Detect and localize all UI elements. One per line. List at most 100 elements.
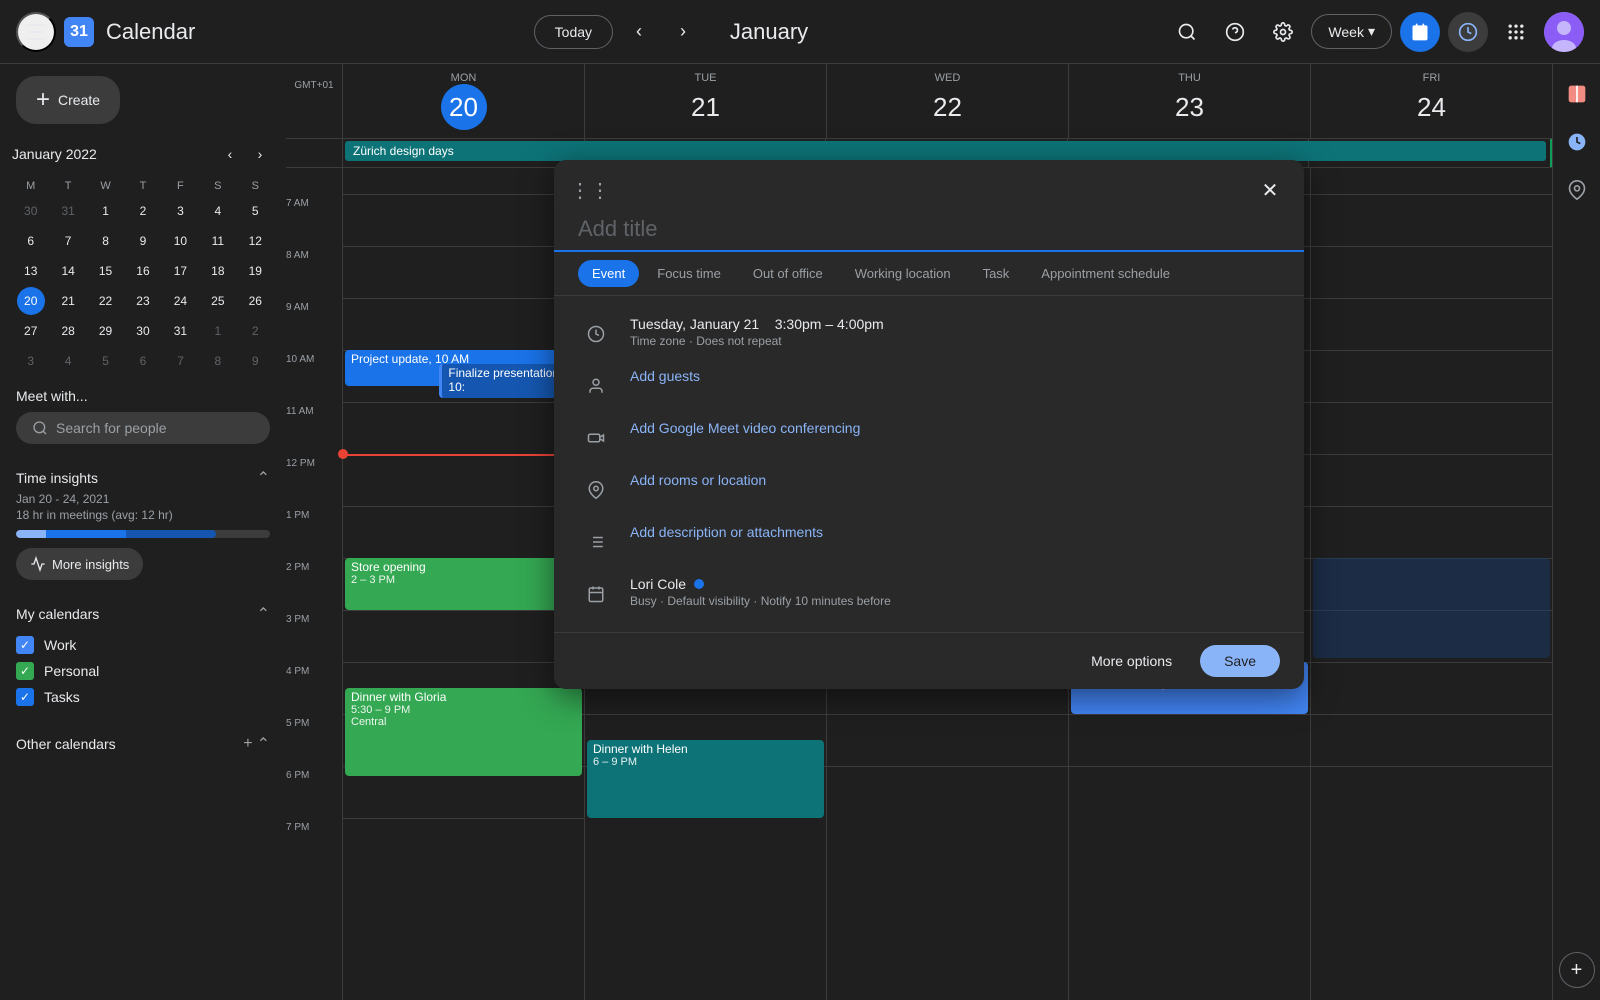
calendar-item-work[interactable]: ✓ Work [16,632,270,658]
event-dinner-gloria[interactable]: Dinner with Gloria 5:30 – 9 PM Central [345,688,582,776]
right-notifications-icon[interactable] [1559,76,1595,112]
tasks-checkbox[interactable]: ✓ [16,688,34,706]
event-time-range[interactable]: 3:30pm – 4:00pm [775,316,884,332]
view-selector[interactable]: Week ▾ [1311,14,1392,49]
tab-task[interactable]: Task [969,260,1024,287]
more-options-button[interactable]: More options [1075,645,1188,677]
mini-day[interactable]: 18 [204,257,232,285]
settings-button[interactable] [1263,12,1303,52]
allday-event-zurich[interactable]: Zürich design days [345,141,1546,161]
mini-day[interactable]: 30 [129,317,157,345]
mini-day[interactable]: 16 [129,257,157,285]
mini-day[interactable]: 17 [166,257,194,285]
mini-day[interactable]: 11 [204,227,232,255]
add-description-link[interactable]: Add description or attachments [630,524,823,540]
mini-day[interactable]: 5 [241,197,269,225]
right-add-button[interactable]: + [1559,952,1595,988]
calendar-item-tasks[interactable]: ✓ Tasks [16,684,270,710]
mini-day[interactable]: 28 [54,317,82,345]
drag-handle-icon[interactable]: ⋮⋮ [570,178,610,203]
right-calendar-icon[interactable] [1559,124,1595,160]
mini-day[interactable]: 27 [17,317,45,345]
tab-focus-time[interactable]: Focus time [643,260,735,287]
mini-day[interactable]: 25 [204,287,232,315]
next-arrow[interactable]: › [665,14,701,50]
add-meet-link[interactable]: Add Google Meet video conferencing [630,420,860,436]
dialog-close-button[interactable]: ✕ [1252,172,1288,208]
event-fri-unknown[interactable] [1313,558,1550,658]
day-num-23[interactable]: 23 [1167,84,1213,130]
mini-day[interactable]: 3 [17,347,45,375]
calendar-item-personal[interactable]: ✓ Personal [16,658,270,684]
user-avatar[interactable] [1544,12,1584,52]
add-guests-link[interactable]: Add guests [630,368,700,384]
tab-out-of-office[interactable]: Out of office [739,260,837,287]
day-num-21[interactable]: 21 [683,84,729,130]
tab-event[interactable]: Event [578,260,639,287]
mini-day[interactable]: 24 [166,287,194,315]
prev-arrow[interactable]: ‹ [621,14,657,50]
tasks-toggle[interactable] [1448,12,1488,52]
mini-day[interactable]: 19 [241,257,269,285]
mini-day[interactable]: 10 [166,227,194,255]
event-dinner-helen[interactable]: Dinner with Helen 6 – 9 PM [587,740,824,818]
add-other-calendar[interactable]: + [243,734,252,754]
mini-day[interactable]: 9 [129,227,157,255]
search-people-field[interactable]: Search for people [16,412,270,444]
mini-next[interactable]: › [246,140,274,168]
mini-day[interactable]: 31 [54,197,82,225]
mini-day[interactable]: 2 [241,317,269,345]
event-date[interactable]: Tuesday, January 21 [630,316,759,332]
day-num-22[interactable]: 22 [925,84,971,130]
mini-day[interactable]: 21 [54,287,82,315]
mini-day[interactable]: 15 [92,257,120,285]
right-maps-icon[interactable] [1559,172,1595,208]
day-col-mon[interactable]: Project update, 10 AM Finalize presentat… [342,168,584,1000]
mini-day[interactable]: 1 [92,197,120,225]
day-col-fri[interactable] [1310,168,1552,1000]
mini-day[interactable]: 14 [54,257,82,285]
personal-checkbox[interactable]: ✓ [16,662,34,680]
mini-day[interactable]: 30 [17,197,45,225]
calendar-view-toggle[interactable] [1400,12,1440,52]
mini-day-today[interactable]: 20 [17,287,45,315]
mini-day[interactable]: 3 [166,197,194,225]
mini-day[interactable]: 7 [166,347,194,375]
mini-day[interactable]: 29 [92,317,120,345]
add-location-link[interactable]: Add rooms or location [630,472,766,488]
mini-prev[interactable]: ‹ [216,140,244,168]
tab-working-location[interactable]: Working location [841,260,965,287]
mini-day[interactable]: 6 [17,227,45,255]
mini-day[interactable]: 4 [204,197,232,225]
mini-day[interactable]: 31 [166,317,194,345]
search-button[interactable] [1167,12,1207,52]
create-button[interactable]: + Create [16,76,120,124]
mini-day[interactable]: 4 [54,347,82,375]
mini-day[interactable]: 23 [129,287,157,315]
help-button[interactable] [1215,12,1255,52]
my-calendars-collapse[interactable]: ⌃ [257,604,270,624]
mini-day[interactable]: 22 [92,287,120,315]
mini-day[interactable]: 7 [54,227,82,255]
mini-day[interactable]: 26 [241,287,269,315]
mini-day[interactable]: 9 [241,347,269,375]
day-num-20[interactable]: 20 [441,84,487,130]
mini-day[interactable]: 5 [92,347,120,375]
more-insights-button[interactable]: More insights [16,548,143,580]
apps-button[interactable] [1496,12,1536,52]
mini-day[interactable]: 13 [17,257,45,285]
mini-day[interactable]: 1 [204,317,232,345]
mini-day[interactable]: 8 [204,347,232,375]
mini-day[interactable]: 6 [129,347,157,375]
mini-day[interactable]: 8 [92,227,120,255]
event-title-input[interactable] [554,208,1304,252]
day-num-24[interactable]: 24 [1409,84,1455,130]
hamburger-menu[interactable] [16,12,56,52]
mini-day[interactable]: 12 [241,227,269,255]
insights-collapse-button[interactable]: ⌃ [257,468,270,488]
work-checkbox[interactable]: ✓ [16,636,34,654]
other-calendars-collapse[interactable]: ⌃ [257,734,270,754]
event-store-opening[interactable]: Store opening 2 – 3 PM [345,558,582,610]
mini-day[interactable]: 2 [129,197,157,225]
today-button[interactable]: Today [534,15,613,49]
